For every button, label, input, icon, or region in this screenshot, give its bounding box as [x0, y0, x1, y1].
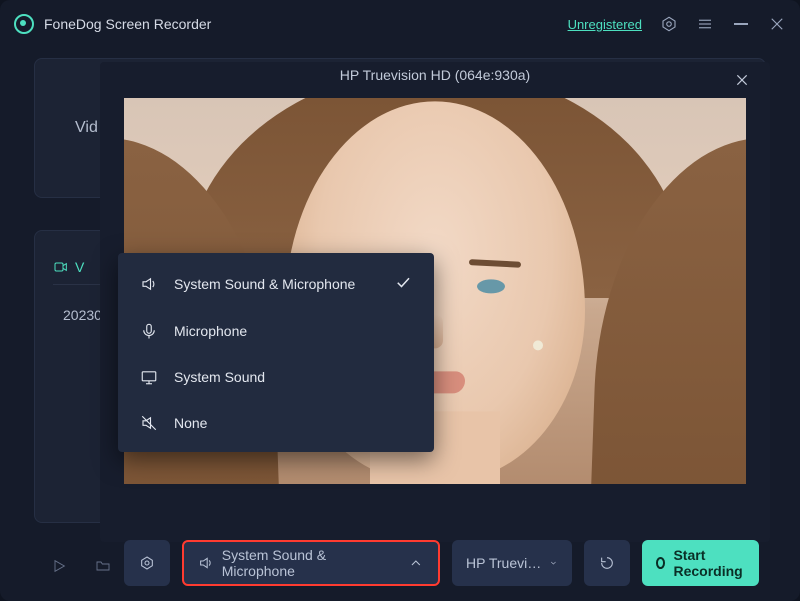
camera-source-selected: HP Truevi…: [466, 555, 541, 571]
audio-option-label: System Sound: [174, 369, 265, 385]
webcam-settings-button[interactable]: [124, 540, 170, 586]
audio-option-label: System Sound & Microphone: [174, 276, 355, 292]
audio-option-label: Microphone: [174, 323, 247, 339]
audio-source-selected: System Sound & Microphone: [222, 547, 401, 579]
undo-icon: [599, 555, 615, 571]
audio-source-dropdown[interactable]: System Sound & Microphone: [182, 540, 440, 586]
check-icon: [394, 273, 412, 294]
record-dot-icon: [656, 557, 665, 569]
chevron-down-icon: [549, 555, 558, 571]
settings-hex-icon[interactable]: [660, 15, 678, 33]
app-logo-icon: [14, 14, 34, 34]
folder-icon[interactable]: [94, 557, 112, 575]
audio-option-label: None: [174, 415, 207, 431]
minimize-button[interactable]: [732, 15, 750, 33]
menu-icon[interactable]: [696, 15, 714, 33]
titlebar-actions: Unregistered: [568, 15, 786, 33]
speaker-icon: [140, 275, 158, 293]
close-window-button[interactable]: [768, 15, 786, 33]
reset-button[interactable]: [584, 540, 630, 586]
webcam-controls: System Sound & Microphone HP Truevi… Sta…: [124, 540, 746, 586]
app-title: FoneDog Screen Recorder: [44, 16, 211, 32]
mute-icon: [140, 414, 158, 432]
audio-option-none[interactable]: None: [118, 400, 434, 446]
titlebar: FoneDog Screen Recorder Unregistered: [0, 0, 800, 48]
mode-label-left[interactable]: Vid: [75, 119, 98, 137]
monitor-icon: [140, 368, 158, 386]
unregistered-link[interactable]: Unregistered: [568, 17, 642, 32]
history-tab-label: V: [75, 259, 84, 275]
app-window: FoneDog Screen Recorder Unregistered Vid…: [0, 0, 800, 601]
play-icon[interactable]: [50, 557, 68, 575]
audio-option-microphone[interactable]: Microphone: [118, 308, 434, 354]
mic-icon: [140, 322, 158, 340]
chevron-up-icon: [408, 555, 424, 571]
webcam-panel-title: HP Truevision HD (064e:930a): [100, 62, 770, 88]
camera-source-dropdown[interactable]: HP Truevi…: [452, 540, 572, 586]
audio-option-system-sound[interactable]: System Sound: [118, 354, 434, 400]
start-recording-label: Start Recording: [673, 547, 745, 579]
start-recording-button[interactable]: Start Recording: [642, 540, 759, 586]
audio-source-menu: System Sound & Microphone Microphone Sys…: [118, 253, 434, 452]
audio-option-system-and-mic[interactable]: System Sound & Microphone: [118, 259, 434, 308]
webcam-close-button[interactable]: [734, 72, 750, 88]
speaker-icon: [198, 555, 214, 571]
history-tab-video[interactable]: V: [53, 259, 84, 275]
